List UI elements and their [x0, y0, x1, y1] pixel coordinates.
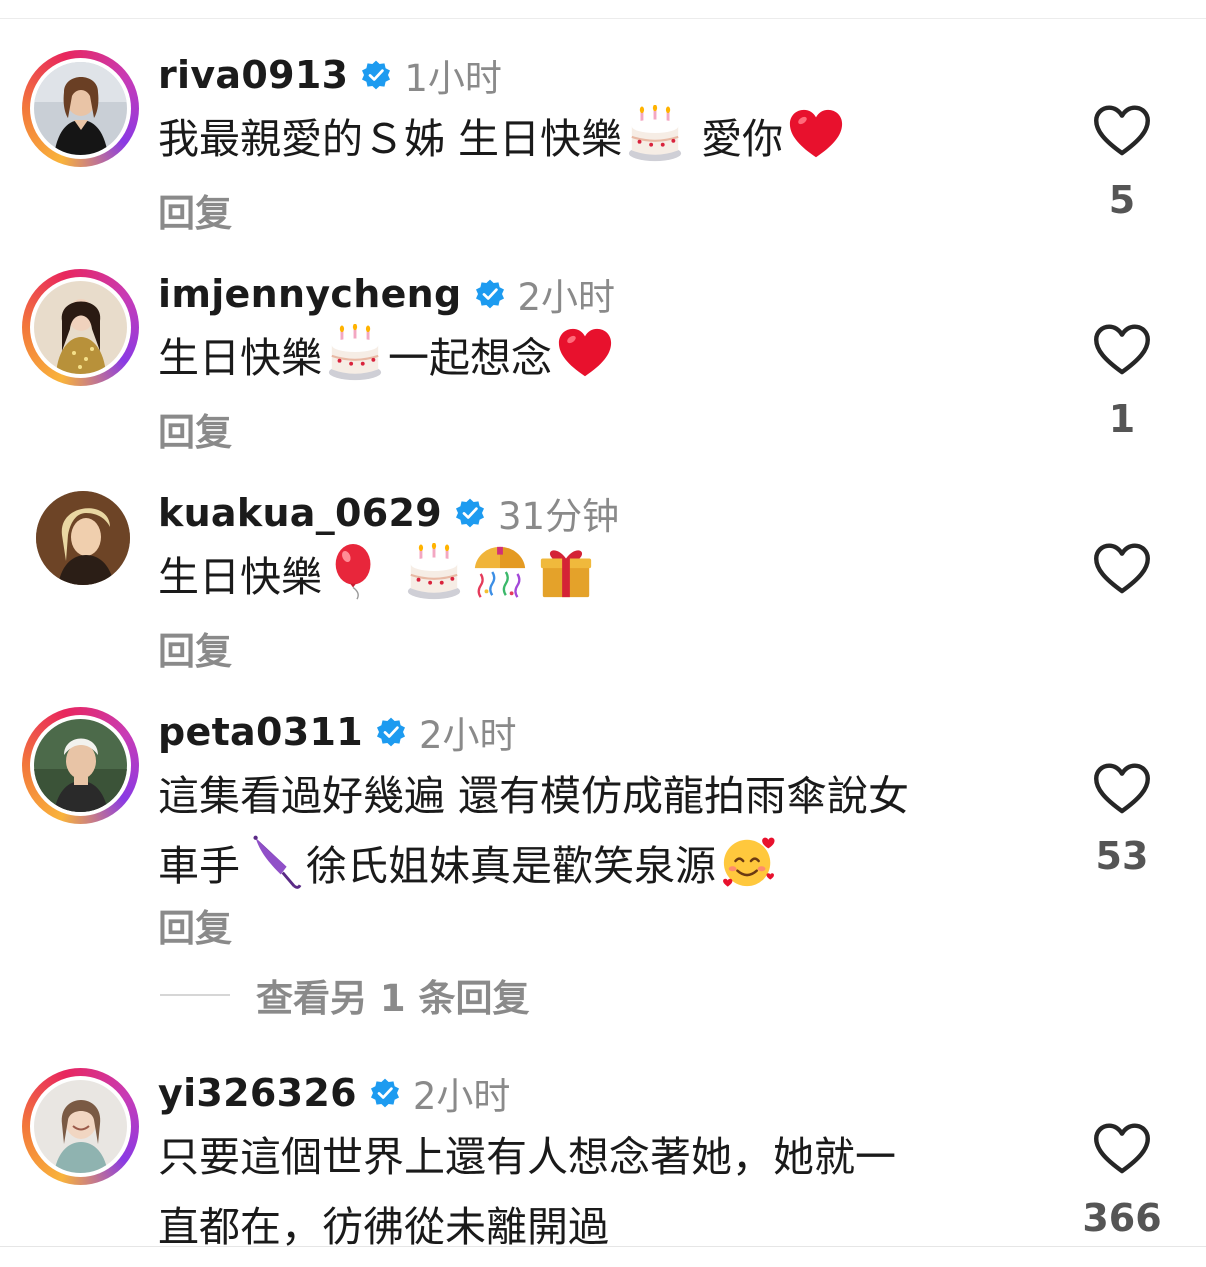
like-heart-icon[interactable]	[1092, 542, 1152, 596]
comment-text: 生日快樂 一起想念	[158, 323, 618, 393]
timestamp: 31分钟	[498, 495, 620, 538]
username[interactable]: riva0913	[158, 53, 348, 97]
avatar-story-ring[interactable]	[22, 707, 139, 824]
comment-text-line: 只要這個世界上還有人想念著她，她就一	[158, 1133, 896, 1181]
comment-text-line: 這集看過好幾遍 還有模仿成龍拍雨傘說女	[158, 772, 910, 820]
replies-divider	[160, 994, 230, 996]
like-heart-icon[interactable]	[1092, 762, 1152, 816]
verified-badge-icon	[375, 716, 407, 748]
like-count: 366	[1082, 1196, 1162, 1240]
comment-header: kuakua_0629 31分钟	[158, 488, 619, 538]
like-count: 1	[1108, 397, 1136, 441]
man-white-hair-photo-icon	[34, 719, 127, 812]
avatar-story-ring[interactable]	[22, 1068, 139, 1185]
red-heart-icon	[787, 105, 845, 163]
bottom-divider	[0, 1246, 1206, 1247]
verified-badge-icon	[369, 1077, 401, 1109]
timestamp: 2小时	[517, 276, 616, 319]
reply-button[interactable]: 回复	[158, 621, 232, 675]
umbrella-icon	[244, 832, 302, 890]
reply-button[interactable]: 回复	[158, 183, 232, 237]
view-more-replies-button[interactable]: 查看另 1 条回复	[160, 970, 530, 1020]
like-heart-icon[interactable]	[1092, 1122, 1152, 1176]
avatar-container[interactable]	[22, 477, 139, 594]
timestamp: 2小时	[412, 1075, 511, 1118]
woman-smiling-photo-icon	[34, 1080, 127, 1173]
avatar-story-ring[interactable]	[22, 50, 139, 167]
view-more-replies-label: 查看另 1 条回复	[256, 977, 530, 1020]
username[interactable]: imjennycheng	[158, 272, 462, 316]
comment-header: riva0913 1小时	[158, 50, 502, 100]
timestamp: 1小时	[404, 57, 502, 100]
like-count: 5	[1108, 178, 1136, 222]
birthday-cake-icon	[326, 324, 384, 382]
woman-gold-dress-photo-icon	[34, 281, 127, 374]
comment-header: peta0311 2小时	[158, 707, 517, 757]
comment-text-line: 車手 徐氏姐妹真是歡笑泉源	[158, 831, 909, 901]
top-divider	[0, 18, 1206, 19]
like-count: 53	[1095, 834, 1149, 878]
avatar	[34, 62, 127, 155]
verified-badge-icon	[454, 497, 486, 529]
comment-text: 只要這個世界上還有人想念著她，她就一 直都在，彷彿從未離開過	[158, 1122, 896, 1262]
smiling-face-with-hearts-icon	[720, 832, 778, 890]
person-blonde-hair-photo-icon	[36, 491, 130, 585]
like-heart-icon[interactable]	[1092, 104, 1152, 158]
timestamp: 2小时	[418, 714, 517, 757]
red-heart-icon	[556, 324, 614, 382]
reply-button[interactable]: 回复	[158, 898, 232, 952]
balloon-icon	[326, 543, 384, 601]
comment-text: 生日快樂	[158, 542, 599, 612]
username[interactable]: yi326326	[158, 1071, 357, 1115]
birthday-cake-icon	[626, 105, 684, 163]
avatar	[34, 281, 127, 374]
gift-icon	[537, 543, 595, 601]
verified-badge-icon	[474, 278, 506, 310]
comment-text: 我最親愛的Ｓ姊 生日快樂 愛你	[158, 104, 849, 174]
birthday-cake-icon	[405, 543, 463, 601]
username[interactable]: kuakua_0629	[158, 491, 442, 535]
comment-header: imjennycheng 2小时	[158, 269, 615, 319]
comment-text: 這集看過好幾遍 還有模仿成龍拍雨傘說女 車手 徐氏姐妹真是歡笑泉源	[158, 761, 909, 901]
verified-badge-icon	[360, 59, 392, 91]
avatar-story-ring[interactable]	[22, 269, 139, 386]
comment-header: yi326326 2小时	[158, 1068, 510, 1118]
confetti-ball-icon	[471, 543, 529, 601]
comment-text-line: 直都在，彷彿從未離開過	[158, 1203, 609, 1251]
avatar	[34, 719, 127, 812]
woman-black-dress-photo-icon	[34, 62, 127, 155]
avatar	[36, 491, 130, 585]
like-heart-icon[interactable]	[1092, 323, 1152, 377]
reply-button[interactable]: 回复	[158, 402, 232, 456]
avatar	[34, 1080, 127, 1173]
username[interactable]: peta0311	[158, 710, 363, 754]
